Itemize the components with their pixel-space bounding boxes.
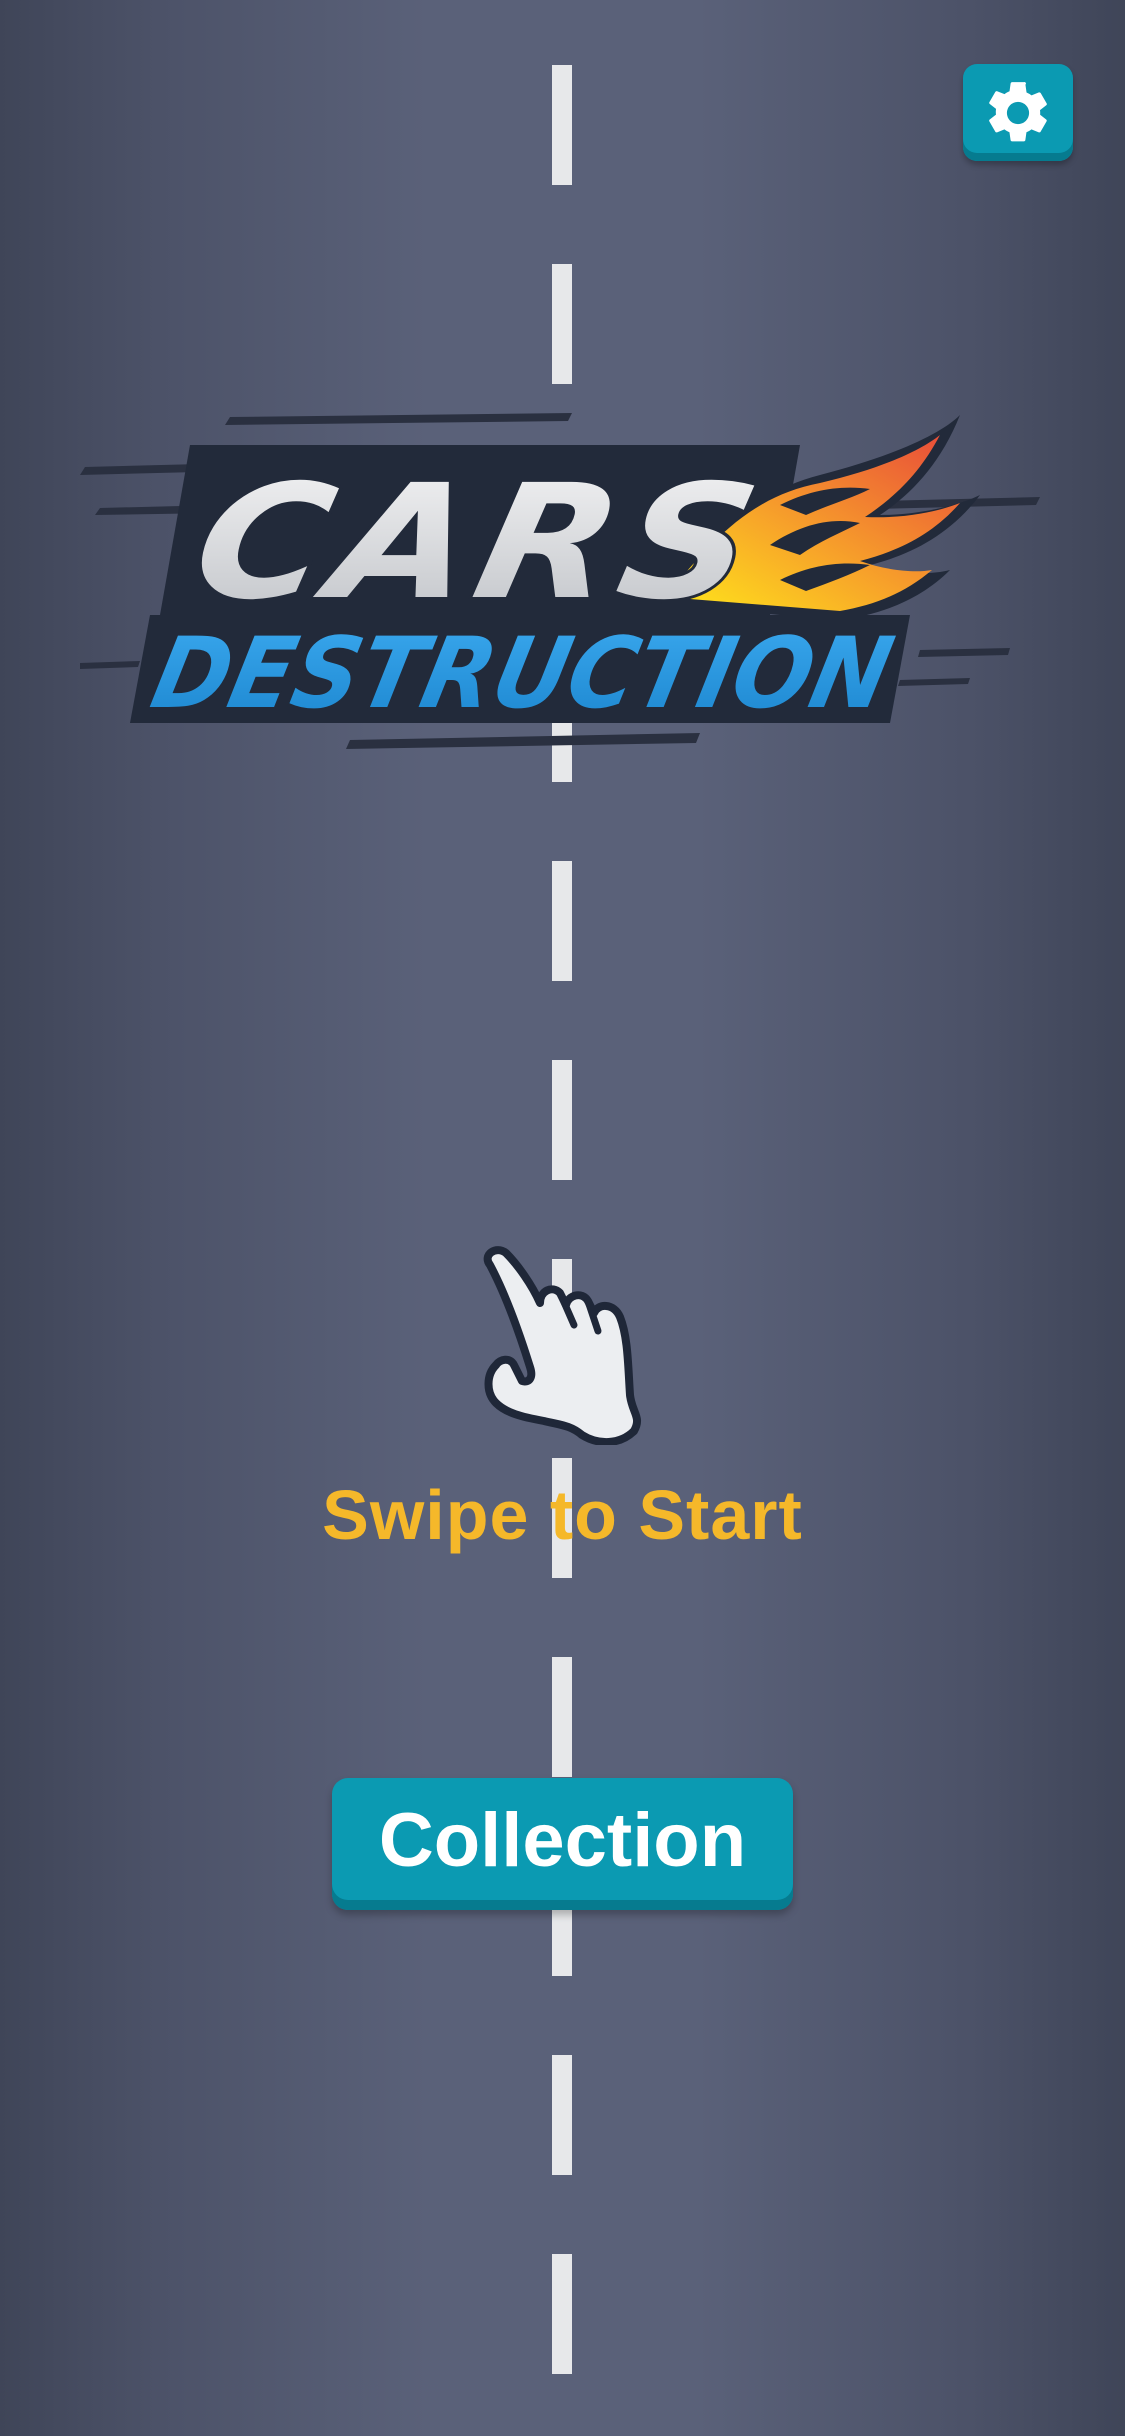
lane-dash [552,264,572,384]
settings-button[interactable] [963,64,1073,161]
lane-dash [552,65,572,185]
game-logo: CARS DESTRUCTION [80,405,1050,755]
lane-dash [552,1657,572,1777]
pointing-hand-icon [470,1245,650,1446]
gear-icon [981,76,1055,150]
game-screen[interactable]: CARS DESTRUCTION Swipe to Start Collecti… [0,0,1125,2436]
logo-line-destruction: DESTRUCTION [143,617,902,731]
lane-dash [552,2254,572,2374]
lane-dash [552,1060,572,1180]
swipe-to-start-prompt: Swipe to Start [322,1476,803,1554]
collection-button[interactable]: Collection [332,1778,793,1910]
logo-line-cars: CARS [179,451,778,635]
lane-dash [552,861,572,981]
lane-dash [552,2055,572,2175]
collection-button-label: Collection [378,1797,747,1883]
road-lane-markings [552,0,572,2436]
